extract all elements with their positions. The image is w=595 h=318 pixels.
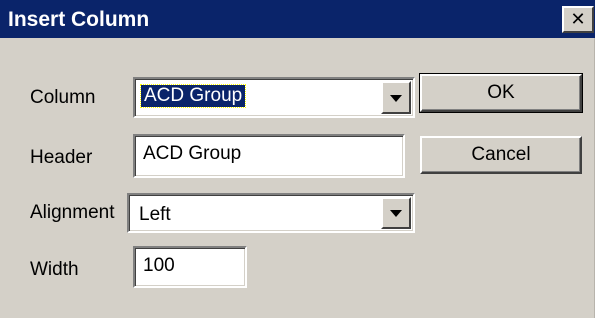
alignment-select-value: Left bbox=[139, 204, 171, 225]
cancel-button-label: Cancel bbox=[471, 144, 531, 165]
column-label: Column bbox=[30, 87, 96, 108]
close-icon: ✕ bbox=[570, 8, 586, 30]
ok-button-label: OK bbox=[487, 82, 515, 103]
column-select-value: ACD Group bbox=[139, 84, 247, 108]
width-input[interactable]: 100 bbox=[133, 246, 247, 288]
alignment-dropdown-button[interactable] bbox=[381, 197, 411, 229]
close-button[interactable]: ✕ bbox=[562, 6, 594, 33]
dialog-title: Insert Column bbox=[8, 8, 150, 31]
header-input-value: ACD Group bbox=[143, 143, 242, 164]
alignment-label: Alignment bbox=[30, 202, 115, 223]
width-input-value: 100 bbox=[143, 255, 175, 276]
width-label: Width bbox=[30, 259, 79, 280]
header-label: Header bbox=[30, 147, 93, 168]
cancel-button[interactable]: Cancel bbox=[420, 136, 582, 174]
insert-column-dialog: Insert Column ✕ Column ACD Group Header … bbox=[0, 0, 595, 318]
column-dropdown-button[interactable] bbox=[381, 81, 411, 114]
chevron-down-icon bbox=[390, 94, 402, 102]
title-bar[interactable]: Insert Column ✕ bbox=[0, 0, 595, 38]
chevron-down-icon bbox=[390, 210, 402, 217]
alignment-select[interactable]: Left bbox=[127, 193, 415, 233]
header-input[interactable]: ACD Group bbox=[133, 134, 405, 178]
ok-button[interactable]: OK bbox=[419, 73, 583, 113]
column-select[interactable]: ACD Group bbox=[133, 77, 415, 118]
